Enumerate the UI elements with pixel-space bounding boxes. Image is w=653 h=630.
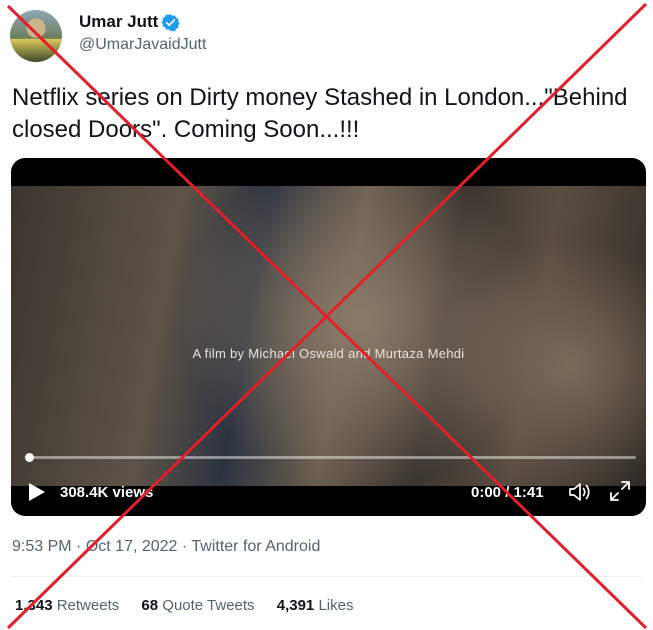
divider	[10, 576, 643, 577]
tweet-source[interactable]: Twitter for Android	[191, 538, 320, 555]
tweet-time[interactable]: 9:53 PM	[12, 538, 72, 555]
quotes-stat[interactable]: 68 Quote Tweets	[141, 597, 254, 614]
author-handle[interactable]: @UmarJavaidJutt	[79, 36, 206, 54]
tweet-date[interactable]: Oct 17, 2022	[86, 538, 178, 555]
volume-icon[interactable]	[568, 481, 592, 503]
meta-separator: ·	[181, 538, 188, 555]
video-time: 0:00 / 1:41	[471, 484, 544, 501]
video-player[interactable]: A film by Michael Oswald and Murtaza Meh…	[11, 158, 646, 516]
video-frame[interactable]: A film by Michael Oswald and Murtaza Meh…	[11, 186, 646, 486]
play-icon[interactable]	[28, 482, 46, 502]
tweet-stats: 1,343 Retweets 68 Quote Tweets 4,391 Lik…	[15, 597, 371, 614]
view-count: 308.4K views	[60, 484, 154, 501]
likes-count: 4,391	[276, 597, 315, 614]
verified-badge-icon	[161, 14, 180, 32]
video-progress-bar[interactable]	[25, 453, 636, 462]
tweet-meta: 9:53 PM · Oct 17, 2022 · Twitter for And…	[12, 538, 320, 556]
avatar[interactable]	[10, 10, 62, 62]
retweets-stat[interactable]: 1,343 Retweets	[15, 597, 119, 614]
quotes-count: 68	[141, 597, 159, 614]
retweets-label: Retweets	[56, 597, 120, 614]
tweet: Umar Jutt @UmarJavaidJutt Netflix series…	[0, 0, 653, 630]
retweets-count: 1,343	[15, 597, 53, 614]
likes-stat[interactable]: 4,391 Likes	[277, 597, 354, 614]
author-name[interactable]: Umar Jutt	[79, 12, 158, 32]
video-caption: A film by Michael Oswald and Murtaza Meh…	[192, 346, 465, 361]
tweet-text: Netflix series on Dirty money Stashed in…	[12, 84, 628, 143]
video-progress-knob[interactable]	[25, 453, 34, 462]
meta-separator: ·	[76, 538, 82, 555]
quotes-label: Quote Tweets	[162, 597, 255, 614]
likes-label: Likes	[318, 597, 354, 614]
fullscreen-icon[interactable]	[609, 480, 631, 502]
